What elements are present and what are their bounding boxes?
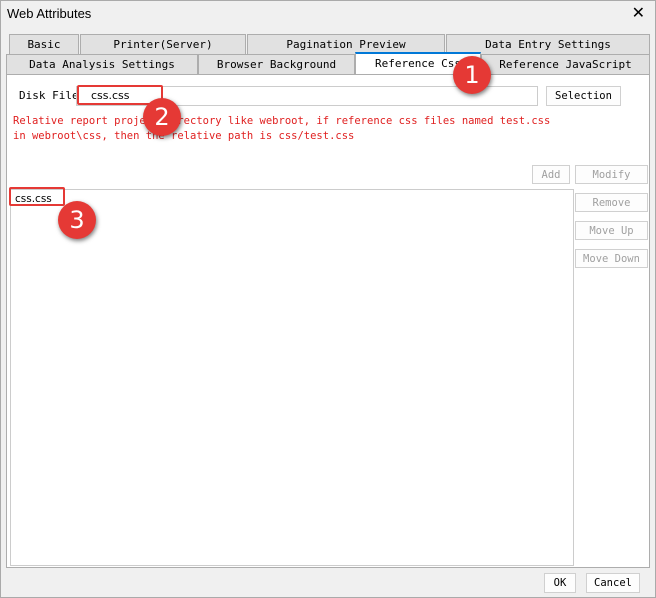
cancel-button[interactable]: Cancel: [586, 573, 640, 593]
tab-pagination-preview[interactable]: Pagination Preview: [247, 34, 445, 54]
tab-printer-server[interactable]: Printer(Server): [80, 34, 246, 54]
window-title: Web Attributes: [7, 6, 92, 21]
highlight-box-3: [9, 187, 65, 206]
ok-button[interactable]: OK: [544, 573, 576, 593]
step-badge-3: 3: [58, 201, 96, 239]
css-file-list[interactable]: css.css: [10, 189, 574, 566]
tab-reference-javascript[interactable]: Reference JavaScript: [481, 54, 650, 74]
move-up-button[interactable]: Move Up: [575, 221, 648, 240]
move-down-button[interactable]: Move Down: [575, 249, 648, 268]
selection-button[interactable]: Selection: [546, 86, 621, 106]
list-item[interactable]: css.css: [11, 190, 573, 208]
close-icon[interactable]: ✕: [632, 3, 645, 22]
modify-button[interactable]: Modify: [575, 165, 648, 184]
remove-button[interactable]: Remove: [575, 193, 648, 212]
step-badge-1: 1: [453, 56, 491, 94]
tab-data-analysis-settings[interactable]: Data Analysis Settings: [6, 54, 198, 74]
help-note-line-1: Relative report project directory like w…: [13, 115, 551, 127]
add-button[interactable]: Add: [532, 165, 570, 184]
tab-browser-background[interactable]: Browser Background: [198, 54, 355, 74]
tab-data-entry-settings[interactable]: Data Entry Settings: [446, 34, 650, 54]
tab-basic[interactable]: Basic: [9, 34, 79, 54]
step-badge-2: 2: [143, 98, 181, 136]
help-note-line-2: in webroot\css, then the relative path i…: [13, 130, 355, 142]
